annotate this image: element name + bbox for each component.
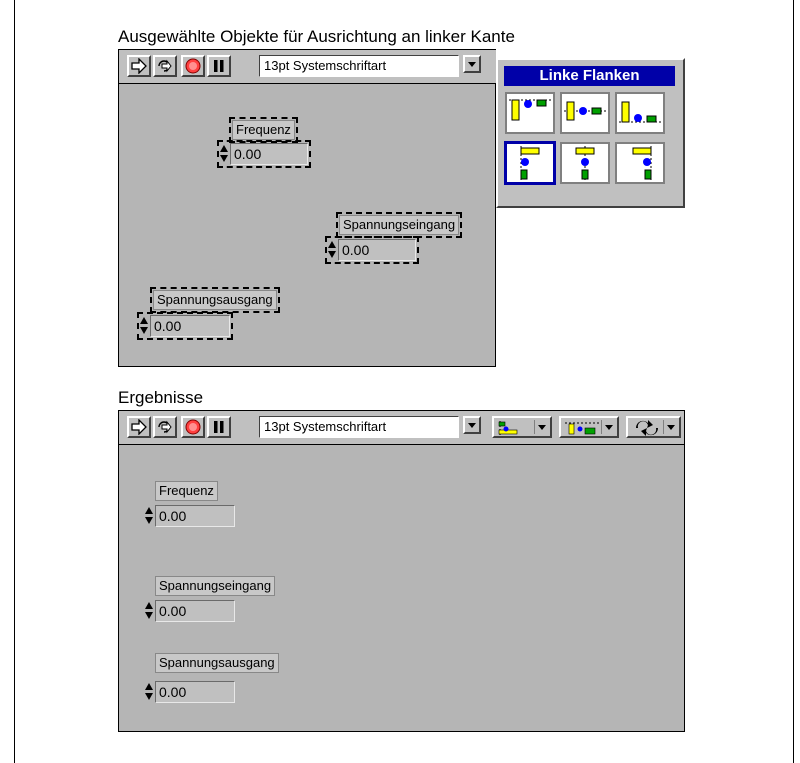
top-toolbar: 13pt Systemschriftart: [119, 50, 496, 84]
run-arrow-button[interactable]: [127, 55, 151, 77]
spannungseingang-label[interactable]: Spannungseingang: [155, 576, 276, 596]
align-right-edges-icon: [632, 146, 652, 180]
spannungsausgang-control[interactable]: 0.00: [145, 681, 235, 703]
spannungsausgang-label[interactable]: Spannungsausgang: [155, 653, 279, 673]
align-top-edges-icon: [509, 99, 551, 121]
align-bottom-edges-icon: [619, 101, 661, 123]
abort-button[interactable]: [181, 416, 205, 438]
increment-decrement-arrows[interactable]: [145, 683, 153, 701]
font-dropdown-arrow[interactable]: [463, 55, 481, 73]
abort-icon: [185, 419, 201, 435]
pause-button[interactable]: [207, 55, 231, 77]
frequenz-control[interactable]: 0.00: [217, 140, 311, 168]
align-palette: Linke Flanken: [496, 58, 685, 208]
align-right-edges-option[interactable]: [615, 142, 665, 184]
increment-decrement-arrows[interactable]: [145, 507, 153, 525]
frequenz-label[interactable]: Frequenz: [229, 117, 298, 143]
pause-icon: [214, 421, 224, 433]
bottom-toolbar: 13pt Systemschriftart: [119, 411, 684, 445]
abort-button[interactable]: [181, 55, 205, 77]
run-continuously-icon: [158, 59, 172, 73]
top-caption: Ausgewählte Objekte für Ausrichtung an l…: [118, 27, 515, 46]
frequenz-value[interactable]: 0.00: [155, 505, 235, 527]
spannungseingang-value[interactable]: 0.00: [338, 239, 416, 261]
run-arrow-icon: [131, 419, 147, 435]
spannungsausgang-value[interactable]: 0.00: [155, 681, 235, 703]
spannungsausgang-control[interactable]: 0.00: [137, 312, 233, 340]
increment-decrement-arrows[interactable]: [145, 602, 153, 620]
spannungseingang-value[interactable]: 0.00: [155, 600, 235, 622]
align-objects-dropdown[interactable]: [492, 416, 552, 438]
spannungseingang-label[interactable]: Spannungseingang: [335, 212, 463, 238]
spannungseingang-control[interactable]: 0.00: [145, 600, 235, 622]
palette-title: Linke Flanken: [504, 66, 675, 86]
align-objects-dropdown-arrow[interactable]: [534, 420, 548, 434]
align-vertical-centers-icon: [564, 101, 606, 121]
run-continuously-button[interactable]: [153, 55, 177, 77]
top-panel-window: 13pt Systemschriftart Frequenz 0.00 Span…: [118, 49, 496, 367]
align-left-edges-option[interactable]: [504, 141, 556, 185]
align-horizontal-centers-icon: [575, 146, 595, 180]
run-continuously-button[interactable]: [153, 416, 177, 438]
align-vertical-centers-option[interactable]: [560, 92, 610, 134]
distribute-objects-dropdown-arrow[interactable]: [601, 420, 615, 434]
run-arrow-icon: [131, 58, 147, 74]
font-select[interactable]: 13pt Systemschriftart: [259, 55, 459, 77]
bottom-panel-window: 13pt Systemschriftart Frequenz 0.00 Span…: [118, 410, 685, 732]
reorder-dropdown[interactable]: [626, 416, 681, 438]
align-bottom-edges-option[interactable]: [615, 92, 665, 134]
abort-icon: [185, 58, 201, 74]
run-arrow-button[interactable]: [127, 416, 151, 438]
bottom-caption: Ergebnisse: [118, 388, 204, 407]
frequenz-label[interactable]: Frequenz: [155, 481, 218, 501]
spannungseingang-control[interactable]: 0.00: [325, 236, 419, 264]
pause-icon: [214, 60, 224, 72]
spannungsausgang-value[interactable]: 0.00: [150, 315, 230, 337]
align-horizontal-centers-option[interactable]: [560, 142, 610, 184]
font-dropdown-arrow[interactable]: [463, 416, 481, 434]
spannungsausgang-label[interactable]: Spannungsausgang: [150, 287, 280, 313]
increment-decrement-arrows[interactable]: [140, 317, 148, 335]
distribute-objects-dropdown[interactable]: [559, 416, 619, 438]
distribute-objects-icon: [565, 422, 599, 435]
increment-decrement-arrows[interactable]: [220, 145, 228, 163]
align-objects-icon: [498, 421, 518, 435]
reorder-dropdown-arrow[interactable]: [663, 420, 677, 434]
reorder-arrows-icon: [635, 420, 659, 436]
font-select[interactable]: 13pt Systemschriftart: [259, 416, 459, 438]
pause-button[interactable]: [207, 416, 231, 438]
run-continuously-icon: [158, 420, 172, 434]
frequenz-value[interactable]: 0.00: [230, 143, 308, 165]
align-top-edges-option[interactable]: [505, 92, 555, 134]
frequenz-control[interactable]: 0.00: [145, 505, 235, 527]
align-left-edges-icon: [520, 146, 540, 180]
increment-decrement-arrows[interactable]: [328, 241, 336, 259]
